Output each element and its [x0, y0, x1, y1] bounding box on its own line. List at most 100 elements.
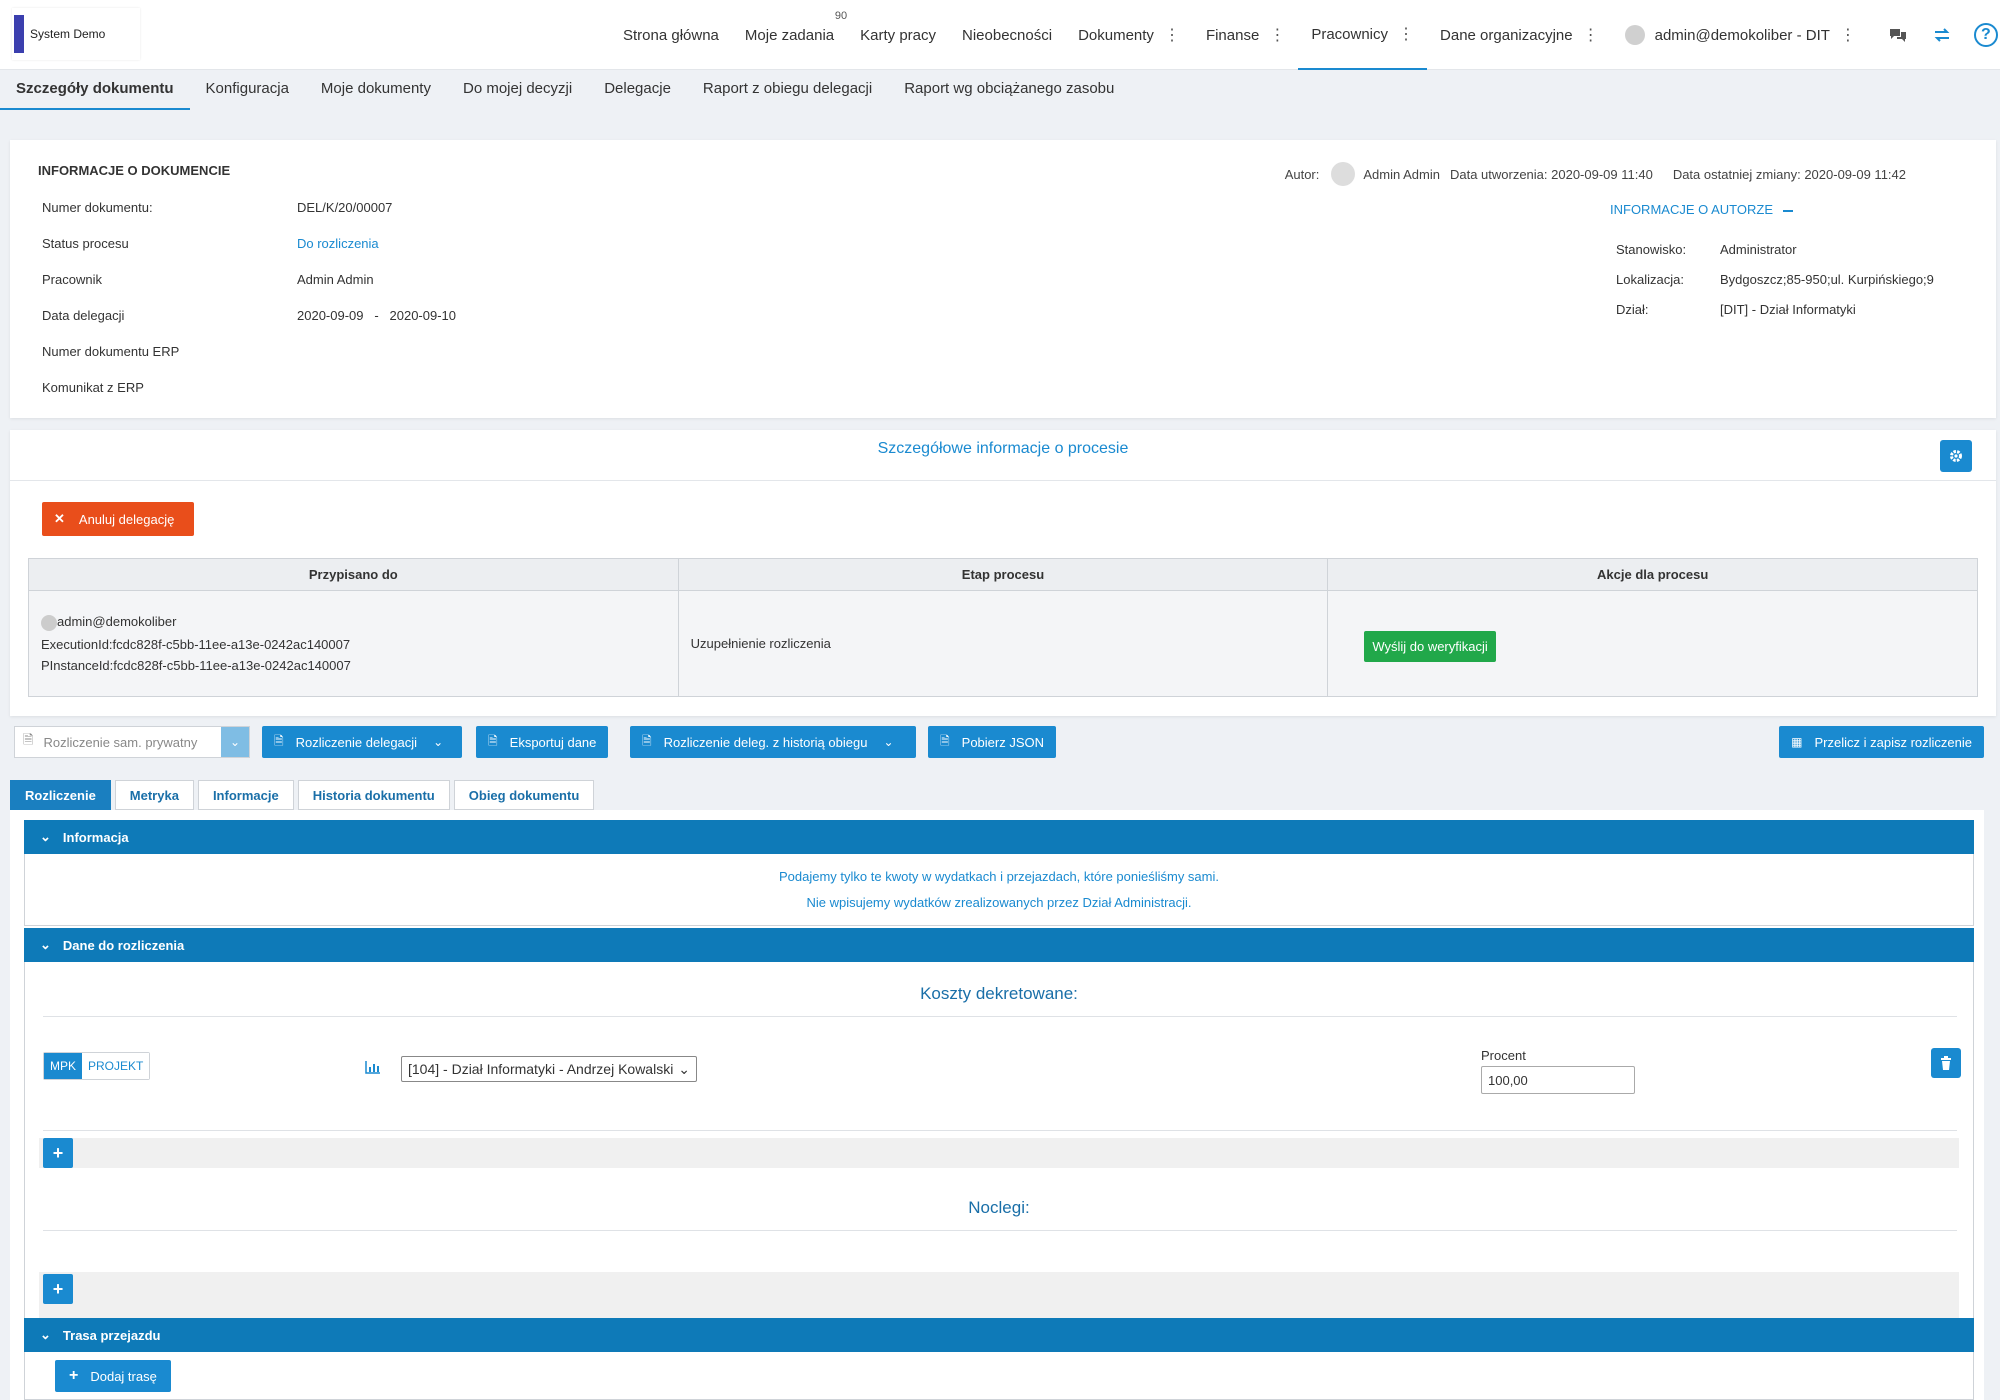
gear-icon[interactable] [1940, 440, 1972, 472]
author-location: Bydgoszcz;85-950;ul. Kurpińskiego;9 [1720, 272, 1934, 287]
add-route-label: Dodaj trasę [90, 1368, 157, 1384]
button-label: Rozliczenie deleg. z historią obiegu [663, 734, 868, 750]
tab-settlement[interactable]: Rozliczenie [10, 780, 111, 810]
cancel-delegation-button[interactable]: ✕ Anuluj delegację [42, 502, 194, 536]
chevron-down-icon: ⌄ [40, 937, 51, 952]
top-navbar: System Demo Strona główna Moje zadania 90… [0, 0, 2000, 70]
author-line: Autor: Admin Admin Data utworzenia: 2020… [1285, 162, 1916, 186]
send-to-verification-button[interactable]: Wyślij do weryfikacji [1364, 631, 1496, 662]
switch-arrows-icon[interactable] [1927, 20, 1957, 50]
logo-text: System Demo [30, 27, 106, 41]
field-label: Status procesu [42, 236, 129, 251]
settlement-history-button[interactable]: 🗎 Rozliczenie deleg. z historią obiegu ⌄ [630, 726, 916, 758]
percent-input[interactable]: 100,00 [1481, 1066, 1635, 1094]
nav-label: Finanse [1205, 26, 1260, 44]
recalculate-save-button[interactable]: ▦ Przelicz i zapisz rozliczenie [1779, 726, 1984, 758]
help-icon[interactable]: ? [1971, 20, 2000, 50]
bar-chart-icon[interactable] [365, 1060, 381, 1077]
chevron-down-icon[interactable]: ⌄ [221, 727, 249, 757]
author-info-toggle[interactable]: INFORMACJE O AUTORZE [1610, 202, 1793, 217]
subtab-delegation-report[interactable]: Raport z obiegu delegacji [687, 72, 888, 110]
author-info-toggle-label: INFORMACJE O AUTORZE [1610, 202, 1773, 217]
field-label: Komunikat z ERP [42, 380, 144, 395]
process-table: Przypisano do Etap procesu Akcje dla pro… [28, 558, 1978, 697]
nav-item-absences[interactable]: Nieobecności [949, 0, 1065, 70]
subtab-my-documents[interactable]: Moje dokumenty [305, 72, 447, 110]
delegation-dates: 2020-09-09 - 2020-09-10 [297, 308, 456, 323]
nav-item-documents[interactable]: Dokumenty ⋮ [1065, 0, 1193, 70]
main-nav: Strona główna Moje zadania 90 Karty pracy… [610, 0, 2000, 70]
chat-icon[interactable] [1883, 20, 1913, 50]
field-label: Pracownik [42, 272, 102, 287]
info-panel-body: Podajemy tylko te kwoty w wydatkach i pr… [24, 854, 1974, 926]
settlement-report-button[interactable]: 🗎 Rozliczenie delegacji ⌄ [262, 726, 462, 758]
info-panel-header[interactable]: ⌄ Informacja [24, 820, 1974, 854]
route-panel-body: + Dodaj trasę [24, 1352, 1974, 1400]
nav-item-org-data[interactable]: Dane organizacyjne ⋮ [1427, 0, 1612, 70]
add-route-button[interactable]: + Dodaj trasę [55, 1360, 171, 1392]
subtab-resource-report[interactable]: Raport wg obciążanego zasobu [888, 72, 1130, 110]
percent-label: Procent [1481, 1048, 1526, 1063]
employee-name: Admin Admin [297, 272, 374, 287]
cancel-delegation-label: Anuluj delegację [78, 511, 175, 527]
print-template-select[interactable]: 🗎 Rozliczenie sam. prywatny ⌄ [14, 726, 250, 758]
nav-label: Dane organizacyjne [1440, 26, 1573, 44]
author-position: Administrator [1720, 242, 1797, 257]
route-panel-header[interactable]: ⌄ Trasa przejazdu [24, 1318, 1974, 1352]
button-label: Przelicz i zapisz rozliczenie [1814, 734, 1973, 750]
author-detail-label: Stanowisko: [1616, 242, 1687, 257]
trash-icon[interactable] [1931, 1048, 1961, 1078]
field-label: Numer dokumentu ERP [42, 344, 180, 359]
settlement-data-panel-header[interactable]: ⌄ Dane do rozliczenia [24, 928, 1974, 962]
app-logo[interactable]: System Demo [12, 8, 140, 60]
more-dots-icon: ⋮ [1269, 27, 1286, 44]
cost-center-value: [104] - Dział Informatyki - Andrzej Kowa… [408, 1061, 674, 1077]
chevron-down-icon: ⌄ [40, 829, 51, 844]
document-number: DEL/K/20/00007 [297, 200, 393, 215]
add-cost-button[interactable]: + [43, 1138, 73, 1168]
tab-metrics[interactable]: Metryka [114, 780, 194, 810]
nav-label: Karty pracy [860, 26, 936, 44]
nav-item-employees[interactable]: Pracownicy ⋮ [1298, 0, 1428, 70]
process-title: Szczegółowe informacje o procesie [877, 440, 1129, 457]
tab-document-history[interactable]: Historia dokumentu [297, 780, 450, 810]
nav-label: Pracownicy [1311, 25, 1389, 43]
toggle-project[interactable]: PROJEKT [82, 1053, 150, 1079]
subtab-document-details[interactable]: Szczegóły dokumentu [0, 72, 190, 110]
document-subtabs: Szczegóły dokumentu Konfiguracja Moje do… [0, 72, 1130, 112]
cost-center-select[interactable]: [104] - Dział Informatyki - Andrzej Kowa… [401, 1056, 697, 1082]
subtab-configuration[interactable]: Konfiguracja [190, 72, 305, 110]
field-label: Numer dokumentu: [42, 200, 153, 215]
process-stage: Uzupełnienie rozliczenia [677, 590, 1329, 697]
add-night-button[interactable]: + [43, 1274, 73, 1304]
pdf-file-icon: 🗎 [274, 733, 284, 748]
document-toolbar: 🗎 Rozliczenie sam. prywatny ⌄ 🗎 Rozliczen… [14, 726, 1984, 760]
column-header: Przypisano do [28, 558, 679, 591]
costs-section-title: Koszty dekretowane: [920, 984, 1078, 1003]
process-status-link[interactable]: Do rozliczenia [297, 236, 379, 251]
author-label: Autor: [1284, 166, 1320, 182]
button-label: Eksportuj dane [509, 734, 597, 750]
divider [43, 1130, 1957, 1131]
nav-item-my-tasks[interactable]: Moje zadania 90 [732, 0, 847, 70]
actions-cell: Wyślij do weryfikacji [1327, 590, 1978, 697]
document-icon: 🗎 [23, 732, 34, 747]
nav-item-home[interactable]: Strona główna [610, 0, 732, 70]
add-night-strip [39, 1272, 1959, 1318]
subtab-my-decision[interactable]: Do mojej decyzji [447, 72, 588, 110]
user-menu[interactable]: admin@demokoliber - DIT ⋮ [1612, 0, 1869, 70]
export-data-button[interactable]: 🗎 Eksportuj dane [476, 726, 609, 758]
divider [43, 1016, 1957, 1017]
nav-item-finance[interactable]: Finanse ⋮ [1193, 0, 1298, 70]
nav-item-work-cards[interactable]: Karty pracy [847, 0, 949, 70]
toggle-mpk[interactable]: MPK [44, 1053, 83, 1079]
subtab-delegations[interactable]: Delegacje [588, 72, 687, 110]
column-header: Etap procesu [677, 558, 1329, 591]
settlement-data-panel-body: Koszty dekretowane: MPK PROJEKT [104] - … [24, 962, 1974, 1327]
user-name: admin@demokoliber - DIT [1654, 26, 1830, 44]
print-template-value: Rozliczenie sam. prywatny [43, 734, 198, 750]
assigned-user: admin@demokoliber [57, 614, 177, 630]
tab-document-flow[interactable]: Obieg dokumentu [453, 780, 595, 810]
download-json-button[interactable]: 🗎 Pobierz JSON [928, 726, 1057, 758]
tab-information[interactable]: Informacje [197, 780, 294, 810]
